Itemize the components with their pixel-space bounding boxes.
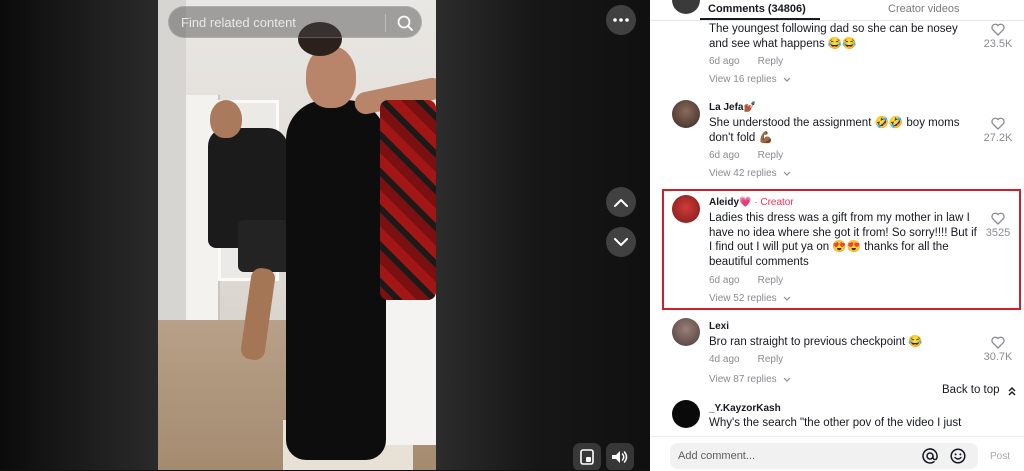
floating-player-button[interactable] xyxy=(573,443,601,470)
search-placeholder[interactable]: Find related content xyxy=(181,15,296,30)
view-replies-button[interactable]: View 16 replies xyxy=(709,74,791,85)
tab-creator-videos[interactable]: Creator videos xyxy=(888,3,960,15)
comment-meta: 6d ago Reply xyxy=(709,56,783,67)
avatar[interactable] xyxy=(672,400,700,428)
reply-button[interactable]: Reply xyxy=(758,56,784,67)
panel-tabs: Comments (34806) Creator videos xyxy=(650,0,1024,21)
search-divider xyxy=(385,14,386,32)
comment-author[interactable]: Lexi xyxy=(709,321,729,332)
chevron-down-icon xyxy=(783,77,791,82)
comment-age: 6d ago xyxy=(709,150,740,161)
chevron-down-icon xyxy=(614,237,628,246)
video-blur-background-left xyxy=(0,0,158,470)
previous-video-button[interactable] xyxy=(606,187,636,217)
like-count: 27.2K xyxy=(983,132,1013,144)
avatar[interactable] xyxy=(672,318,700,346)
scene-man-head xyxy=(210,100,242,138)
highlight-box xyxy=(662,189,1021,310)
post-button[interactable]: Post xyxy=(990,451,1010,462)
video-player[interactable]: Find related content xyxy=(0,0,650,470)
mention-icon[interactable] xyxy=(922,448,938,464)
view-replies-label: View 87 replies xyxy=(709,374,777,385)
view-replies-label: View 16 replies xyxy=(709,74,777,85)
double-chevron-up-icon xyxy=(1008,387,1016,396)
heart-icon xyxy=(991,117,1005,130)
chevron-down-icon xyxy=(783,171,791,176)
video-frame[interactable] xyxy=(158,0,436,470)
volume-icon xyxy=(612,451,628,463)
avatar[interactable] xyxy=(672,100,700,128)
reply-button[interactable]: Reply xyxy=(758,150,784,161)
scene-flannel-shirt xyxy=(380,100,436,300)
view-replies-label: View 42 replies xyxy=(709,168,777,179)
scene-woman-dress xyxy=(286,100,386,460)
back-to-top-label: Back to top xyxy=(942,384,1000,396)
tab-comments[interactable]: Comments (34806) xyxy=(708,3,806,15)
comment-text: She understood the assignment 🤣🤣 boy mom… xyxy=(709,117,960,144)
like-count: 23.5K xyxy=(983,38,1013,50)
comment-text: The youngest following dad so she can be… xyxy=(709,23,958,50)
more-dots-icon xyxy=(613,18,629,22)
comment-text: Bro ran straight to previous checkpoint … xyxy=(709,336,923,348)
more-options-button[interactable] xyxy=(606,5,636,35)
like-control[interactable]: 27.2K xyxy=(983,117,1013,144)
chevron-down-icon xyxy=(783,377,791,382)
like-control[interactable]: 30.7K xyxy=(983,336,1013,363)
comment-author[interactable]: La Jefa💅🏾 xyxy=(709,102,756,113)
active-tab-indicator xyxy=(700,18,820,20)
comment-meta: 4d ago Reply xyxy=(709,354,783,365)
comment-age: 4d ago xyxy=(709,354,740,365)
reply-button[interactable]: Reply xyxy=(758,354,784,365)
comment-author[interactable]: _Y.KayzorKash xyxy=(709,403,781,414)
view-replies-button[interactable]: View 87 replies xyxy=(709,374,791,385)
picture-in-picture-icon xyxy=(580,449,594,465)
comment-meta: 6d ago Reply xyxy=(709,150,783,161)
comment-age: 6d ago xyxy=(709,56,740,67)
comment-input-bar: Add comment... Post xyxy=(650,436,1024,471)
next-video-button[interactable] xyxy=(606,227,636,257)
volume-button[interactable] xyxy=(606,443,634,470)
emoji-icon[interactable] xyxy=(950,448,966,464)
comment-input-placeholder[interactable]: Add comment... xyxy=(678,450,755,462)
back-to-top-button[interactable]: Back to top xyxy=(934,381,1020,401)
search-icon[interactable] xyxy=(395,13,415,33)
heart-icon xyxy=(991,336,1005,349)
comment-input[interactable]: Add comment... xyxy=(670,443,978,469)
chevron-up-icon xyxy=(614,198,628,207)
search-bar[interactable]: Find related content xyxy=(168,6,422,38)
like-control[interactable]: 23.5K xyxy=(983,23,1013,50)
view-replies-button[interactable]: View 42 replies xyxy=(709,168,791,179)
like-count: 30.7K xyxy=(983,351,1013,363)
comment-text: Why's the search "the other pov of the v… xyxy=(709,417,962,429)
heart-icon xyxy=(991,23,1005,36)
